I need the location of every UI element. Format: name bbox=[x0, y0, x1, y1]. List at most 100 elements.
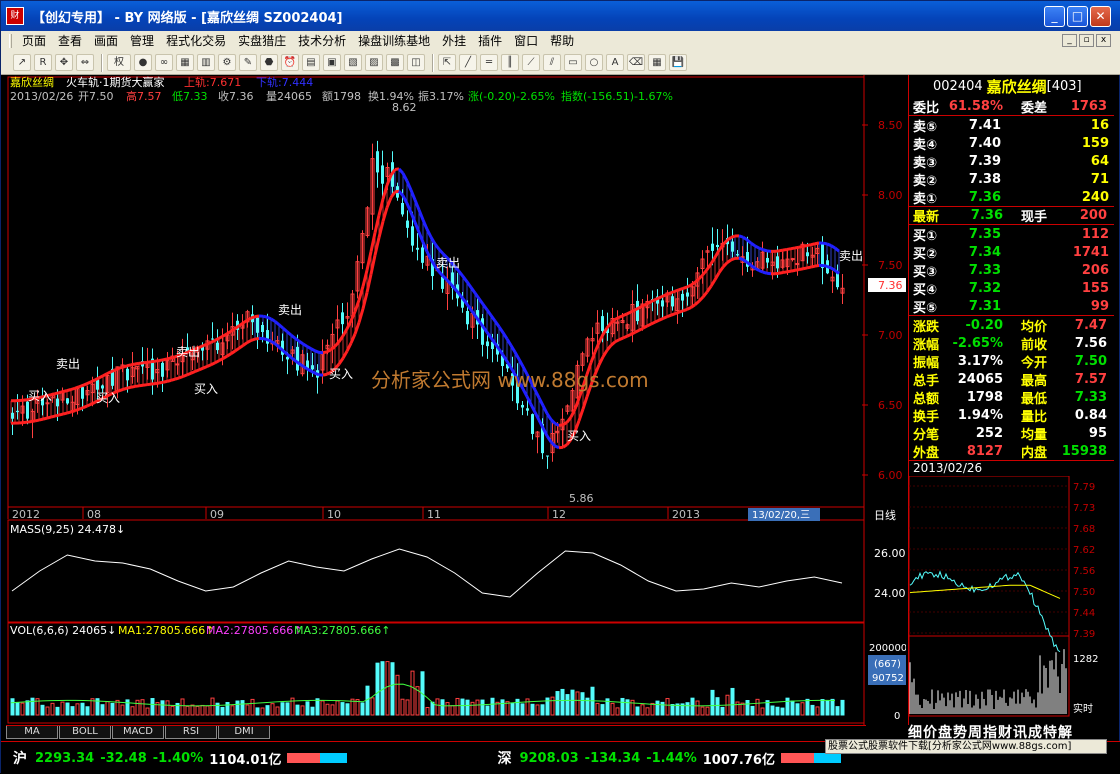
intraday-mini-chart[interactable]: 7.797.737.687.627.567.507.447.391282实时 bbox=[909, 476, 1115, 718]
save-icon[interactable]: 💾 bbox=[669, 54, 687, 71]
tab-rsi[interactable]: RSI bbox=[165, 726, 217, 739]
upper-track-line bbox=[291, 335, 295, 338]
sell-label: 卖⑤ bbox=[909, 116, 949, 135]
mini-tick-label: 7.39 bbox=[1073, 629, 1095, 640]
menu-hunt[interactable]: 实盘猎庄 bbox=[232, 31, 292, 51]
candle-body bbox=[311, 365, 314, 369]
menu-help[interactable]: 帮助 bbox=[544, 31, 580, 51]
menu-plugin[interactable]: 插件 bbox=[472, 31, 508, 51]
volume-bar bbox=[801, 703, 804, 715]
menu-program-trading[interactable]: 程式化交易 bbox=[160, 31, 232, 51]
minimize-button[interactable]: _ bbox=[1044, 6, 1065, 27]
tab-macd[interactable]: MACD bbox=[112, 726, 164, 739]
menu-page[interactable]: 页面 bbox=[16, 31, 52, 51]
layout1-icon[interactable]: ▤ bbox=[302, 54, 320, 71]
sell-row-3[interactable]: 卖③7.3964 bbox=[909, 152, 1114, 170]
cursor-icon[interactable]: ⇱ bbox=[438, 54, 456, 71]
upper-track-line bbox=[543, 406, 547, 414]
line-icon[interactable]: ╱ bbox=[459, 54, 477, 71]
upper-track-line bbox=[415, 200, 419, 210]
volume-bar bbox=[391, 663, 394, 715]
volume-bar bbox=[226, 702, 229, 715]
swap-icon[interactable]: ⇔ bbox=[76, 54, 94, 71]
volume-bar bbox=[56, 707, 59, 715]
glasses-icon[interactable]: ∞ bbox=[155, 54, 173, 71]
layout4-icon[interactable]: ▨ bbox=[365, 54, 383, 71]
alarm-icon[interactable]: ⏰ bbox=[281, 54, 299, 71]
upper-track-line bbox=[487, 310, 491, 316]
upper-track-line bbox=[459, 271, 463, 276]
lower-track-line bbox=[35, 420, 39, 421]
menu-window[interactable]: 窗口 bbox=[508, 31, 544, 51]
move-icon[interactable]: ✥ bbox=[55, 54, 73, 71]
tools-icon[interactable]: ✎ bbox=[239, 54, 257, 71]
menu-view[interactable]: 查看 bbox=[52, 31, 88, 51]
menu-training[interactable]: 操盘训练基地 bbox=[352, 31, 436, 51]
buy-row-3[interactable]: 买③7.33206 bbox=[909, 261, 1114, 279]
layout6-icon[interactable]: ◫ bbox=[407, 54, 425, 71]
menu-manage[interactable]: 管理 bbox=[124, 31, 160, 51]
sell-row-2[interactable]: 卖②7.3871 bbox=[909, 170, 1114, 188]
menu-screen[interactable]: 画面 bbox=[88, 31, 124, 51]
buy-row-2[interactable]: 买②7.341741 bbox=[909, 243, 1114, 261]
maximize-button[interactable]: □ bbox=[1067, 6, 1088, 27]
title-bar[interactable]: 财 【创幻专用】 - BY 网络版 - [嘉欣丝绸 SZ002404] _ □ … bbox=[1, 1, 1120, 31]
sell-row-4[interactable]: 卖④7.40159 bbox=[909, 134, 1114, 152]
buy-row-1[interactable]: 买①7.35112 bbox=[909, 225, 1114, 243]
tab-dmi[interactable]: DMI bbox=[218, 726, 270, 739]
gear-icon[interactable]: ⚙ bbox=[218, 54, 236, 71]
latest-price: 7.36 bbox=[943, 208, 1003, 223]
quan-button[interactable]: 权 bbox=[107, 54, 131, 71]
upper-track-line bbox=[815, 243, 819, 244]
volume-bar bbox=[476, 700, 479, 715]
color-icon[interactable]: ▦ bbox=[648, 54, 666, 71]
upper-track-line bbox=[271, 319, 275, 322]
mdi-minimize-icon[interactable]: _ bbox=[1062, 34, 1077, 47]
lower-track-line bbox=[415, 222, 419, 232]
channel-icon[interactable]: ⫽ bbox=[543, 54, 561, 71]
bars-icon[interactable]: ▥ bbox=[197, 54, 215, 71]
tab-ma[interactable]: MA bbox=[6, 726, 58, 739]
vline-icon[interactable]: ║ bbox=[501, 54, 519, 71]
tab-boll[interactable]: BOLL bbox=[59, 726, 111, 739]
period-label[interactable]: 日线 bbox=[874, 508, 896, 522]
ad-banner[interactable]: 股票公式股票软件下载[分析家公式网www.88gs.com] bbox=[825, 739, 1107, 754]
fan-icon[interactable]: ⟋ bbox=[522, 54, 540, 71]
stop-icon[interactable]: ⬣ bbox=[260, 54, 278, 71]
sell-price: 7.39 bbox=[949, 154, 1001, 169]
upper-track-line bbox=[247, 318, 251, 320]
upper-track-line bbox=[279, 325, 283, 329]
kline-chart-svg[interactable]: 买入卖出买入卖出买入卖出买入卖出买入卖出 8.508.007.507.006.5… bbox=[6, 75, 906, 725]
candle-body bbox=[601, 316, 604, 331]
grid-icon[interactable]: ▦ bbox=[176, 54, 194, 71]
layout2-icon[interactable]: ▣ bbox=[323, 54, 341, 71]
upper-track-line bbox=[283, 328, 287, 332]
upper-track-line bbox=[435, 244, 439, 249]
buy-row-4[interactable]: 买④7.32155 bbox=[909, 279, 1114, 297]
mdi-restore-icon[interactable]: ▫ bbox=[1079, 34, 1094, 47]
layout5-icon[interactable]: ▩ bbox=[386, 54, 404, 71]
sell-row-5[interactable]: 卖⑤7.4116 bbox=[909, 116, 1114, 134]
rsi-icon[interactable]: R bbox=[34, 54, 52, 71]
upper-track-line bbox=[471, 287, 475, 293]
sell-row-1[interactable]: 卖①7.36240 bbox=[909, 188, 1114, 206]
hline-icon[interactable]: ═ bbox=[480, 54, 498, 71]
eraser-icon[interactable]: ⌫ bbox=[627, 54, 645, 71]
close-button[interactable]: ✕ bbox=[1090, 6, 1111, 27]
volume-bar bbox=[166, 701, 169, 715]
ellipse-icon[interactable]: ○ bbox=[585, 54, 603, 71]
upper-track-line bbox=[831, 246, 835, 248]
candle-body bbox=[636, 301, 639, 321]
buy-row-5[interactable]: 买⑤7.3199 bbox=[909, 297, 1114, 315]
menu-plugin-ext[interactable]: 外挂 bbox=[436, 31, 472, 51]
text-icon[interactable]: A bbox=[606, 54, 624, 71]
mini-tick-label: 7.68 bbox=[1073, 524, 1095, 535]
volume-bar bbox=[701, 707, 704, 715]
chart-area[interactable]: 买入卖出买入卖出买入卖出买入卖出买入卖出 8.508.007.507.006.5… bbox=[6, 75, 906, 725]
rect-icon[interactable]: ▭ bbox=[564, 54, 582, 71]
circles-icon[interactable]: ● bbox=[134, 54, 152, 71]
mdi-close-icon[interactable]: x bbox=[1096, 34, 1111, 47]
layout3-icon[interactable]: ▧ bbox=[344, 54, 362, 71]
menu-tech-analysis[interactable]: 技术分析 bbox=[292, 31, 352, 51]
arrow-icon[interactable]: ↗ bbox=[13, 54, 31, 71]
